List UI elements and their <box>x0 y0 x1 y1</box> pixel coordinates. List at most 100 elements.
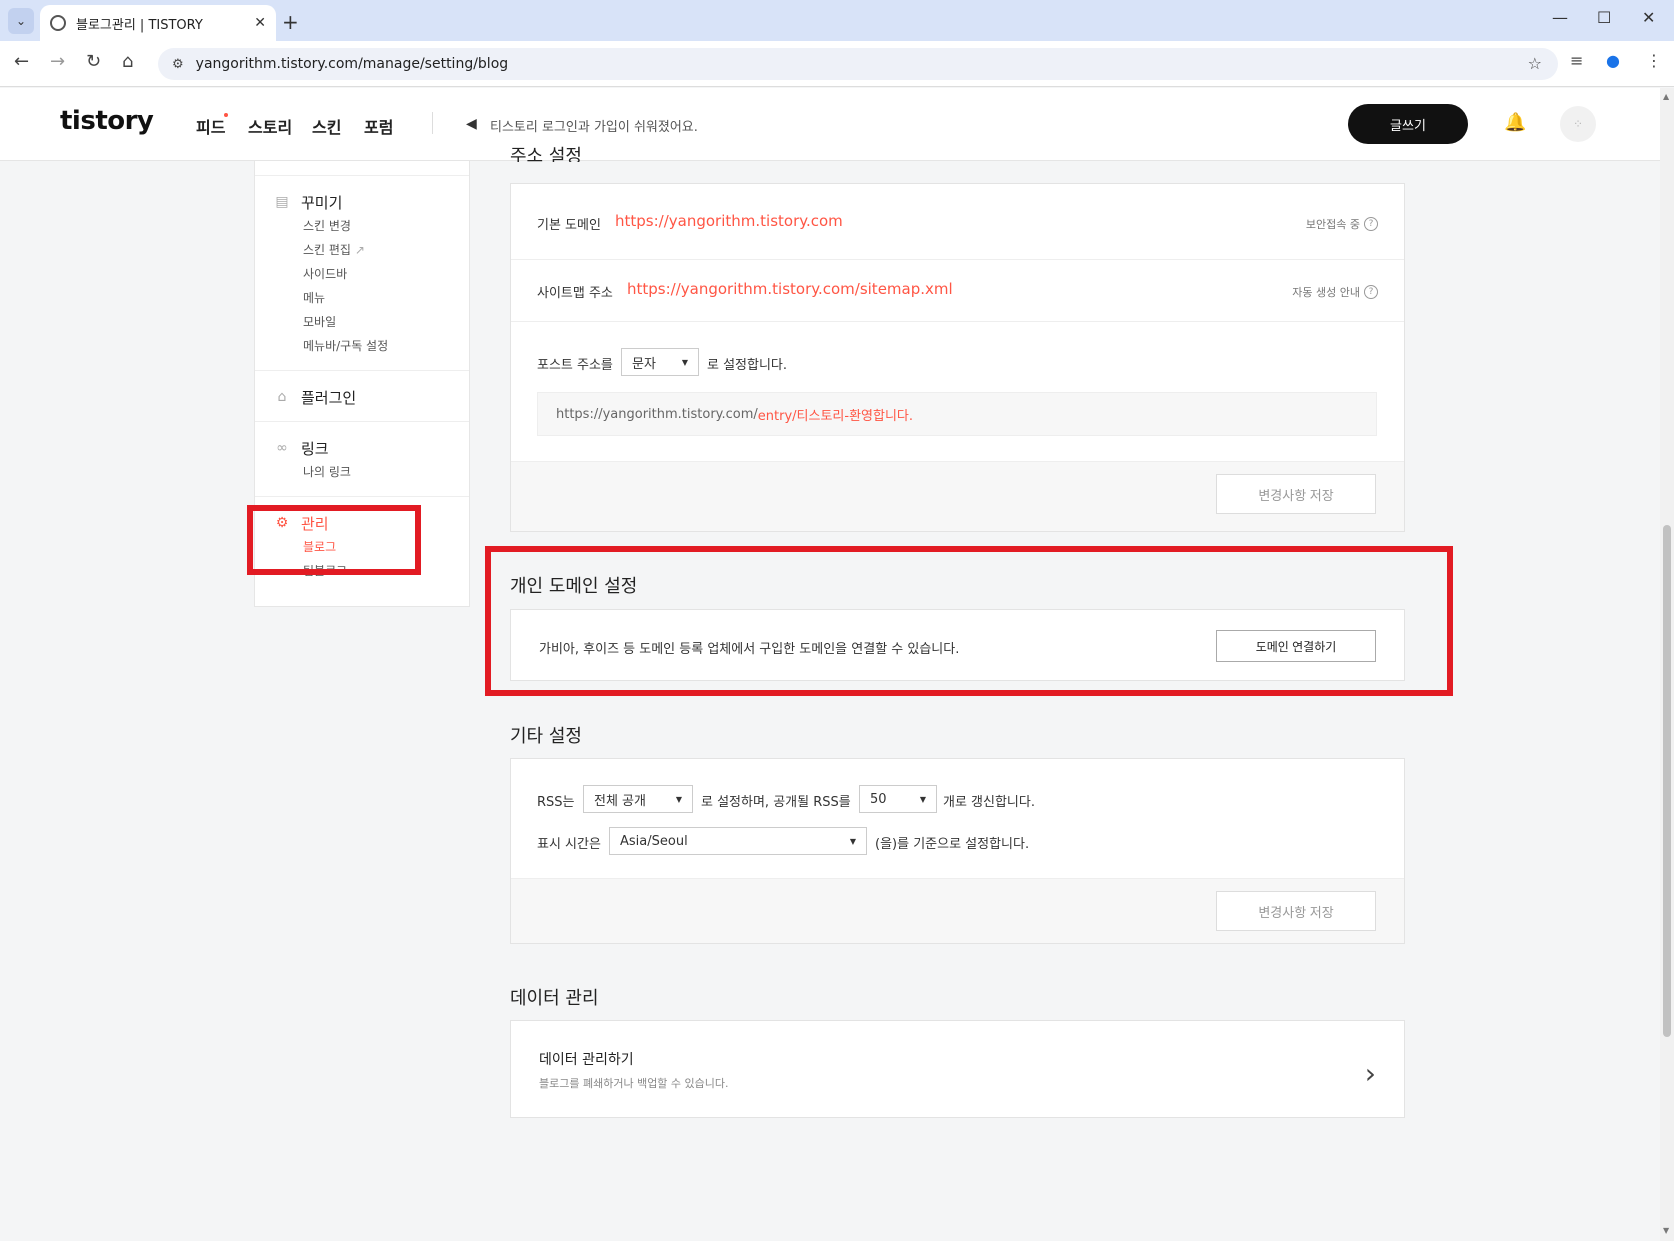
browser-toolbar: ← → ↻ ⌂ ⚙ yangorithm.tistory.com/manage/… <box>0 41 1674 87</box>
sidebar-group-link: ∞ 링크 나의 링크 <box>255 421 469 496</box>
sidebar-title-plugin[interactable]: 플러그인 <box>301 387 356 408</box>
section-title-etc: 기타 설정 <box>510 726 582 747</box>
close-tab-icon[interactable]: ✕ <box>254 15 266 31</box>
maximize-icon[interactable]: ☐ <box>1597 8 1611 27</box>
dropdown-caret-icon: ▼ <box>849 837 856 846</box>
forward-icon[interactable]: → <box>50 51 65 72</box>
rss-suffix: 개로 갱신합니다. <box>943 795 1035 810</box>
page: tistory 피드 스토리 스킨 포럼 ◀ 티스토리 로그인과 가입이 쉬워졌… <box>0 88 1660 1241</box>
nav-forum[interactable]: 포럼 <box>364 114 393 138</box>
tistory-logo[interactable]: tistory <box>60 106 154 136</box>
highlight-custom-domain <box>485 546 1453 696</box>
link-icon: ∞ <box>276 440 288 456</box>
scroll-up-icon[interactable]: ▲ <box>1663 92 1669 101</box>
sitemap-help[interactable]: 자동 생성 안내? <box>1292 284 1378 300</box>
bell-icon[interactable]: 🔔 <box>1504 112 1526 133</box>
data-management-desc: 블로그를 폐쇄하거나 백업할 수 있습니다. <box>539 1077 729 1090</box>
write-button[interactable]: 글쓰기 <box>1348 104 1468 144</box>
section-title-data: 데이터 관리 <box>510 988 599 1009</box>
browser-tab-bar: ⌄ 블로그관리 | TISTORY ✕ + — ☐ ✕ <box>0 0 1674 41</box>
save-etc-button[interactable]: 변경사항 저장 <box>1216 891 1376 931</box>
timezone-suffix: (을)를 기준으로 설정합니다. <box>875 837 1030 852</box>
minimize-icon[interactable]: — <box>1552 8 1568 27</box>
secure-connection-help[interactable]: 보안접속 중? <box>1306 216 1378 232</box>
help-icon: ? <box>1364 217 1378 231</box>
etc-settings-card: RSS는 전체 공개 ▼ 로 설정하며, 공개될 RSS를 50 ▼ 개로 갱신… <box>510 758 1405 944</box>
rss-visibility-select[interactable]: 전체 공개 ▼ <box>583 785 693 813</box>
site-settings-icon[interactable]: ⚙ <box>172 57 184 72</box>
notice-text[interactable]: 티스토리 로그인과 가입이 쉬워졌어요. <box>490 116 698 135</box>
data-management-link-title[interactable]: 데이터 관리하기 <box>539 1049 634 1069</box>
highlight-manage-blog <box>247 505 421 575</box>
rss-count-select[interactable]: 50 ▼ <box>859 785 937 813</box>
header-divider <box>432 112 433 134</box>
sidebar-title-link[interactable]: 링크 <box>301 438 329 459</box>
sidebar-item-sidebar[interactable]: 사이드바 <box>255 262 469 286</box>
sidebar-item-menu[interactable]: 메뉴 <box>255 286 469 310</box>
sidebar-item-skin-edit[interactable]: 스킨 편집 ↗ <box>255 238 469 262</box>
new-dot-icon <box>224 113 228 117</box>
reading-list-icon[interactable]: ≡ <box>1570 51 1583 70</box>
close-window-icon[interactable]: ✕ <box>1642 8 1655 27</box>
post-address-prefix: 포스트 주소를 <box>537 358 613 373</box>
rss-visibility-value: 전체 공개 <box>594 793 646 809</box>
data-management-card[interactable]: 데이터 관리하기 블로그를 폐쇄하거나 백업할 수 있습니다. › <box>510 1020 1405 1118</box>
scrollbar-thumb[interactable] <box>1663 525 1671 1037</box>
external-link-icon: ↗ <box>354 243 365 257</box>
section-title-address-text: 주소 설정 <box>510 146 582 162</box>
rss-count-value: 50 <box>870 791 887 807</box>
chevron-right-icon[interactable]: › <box>1365 1057 1376 1090</box>
address-settings-card: 기본 도메인 https://yangorithm.tistory.com 보안… <box>510 183 1405 532</box>
tab-list-icon[interactable]: ⌄ <box>8 8 34 34</box>
sidebar-item-menubar[interactable]: 메뉴바/구독 설정 <box>255 334 469 358</box>
sidebar-item-my-link[interactable]: 나의 링크 <box>255 460 469 484</box>
url-text: yangorithm.tistory.com/manage/setting/bl… <box>195 56 509 72</box>
timezone-prefix: 표시 시간은 <box>537 837 601 852</box>
sidebar-item-skin-edit-label: 스킨 편집 <box>303 243 351 257</box>
post-address-select-value: 문자 <box>632 356 656 372</box>
sidebar-title-design[interactable]: 꾸미기 <box>301 192 342 213</box>
dropdown-caret-icon: ▼ <box>675 795 682 804</box>
speaker-icon: ◀ <box>466 116 477 132</box>
sidebar-item-mobile[interactable]: 모바일 <box>255 310 469 334</box>
secure-label: 보안접속 중 <box>1305 218 1360 231</box>
home-icon[interactable]: ⌂ <box>122 51 133 72</box>
sidebar-item-skin-change[interactable]: 스킨 변경 <box>255 214 469 238</box>
post-address-select[interactable]: 문자 ▼ <box>621 348 699 376</box>
scroll-down-icon[interactable]: ▼ <box>1663 1226 1669 1235</box>
post-address-preview: https://yangorithm.tistory.com/entry/티스토… <box>537 392 1377 436</box>
page-scrollbar[interactable]: ▲ ▼ <box>1660 88 1674 1241</box>
timezone-select[interactable]: Asia/Seoul ▼ <box>609 827 867 855</box>
section-title-address: 주소 설정 <box>510 146 582 162</box>
rss-middle: 로 설정하며, 공개될 RSS를 <box>701 795 851 810</box>
layout-icon: ▤ <box>275 194 289 210</box>
preview-path: entry/티스토리-환영합니다. <box>757 408 914 424</box>
browser-tab[interactable]: 블로그관리 | TISTORY ✕ <box>40 5 276 41</box>
menu-kebab-icon[interactable]: ⋮ <box>1646 51 1662 70</box>
sitemap-help-label: 자동 생성 안내 <box>1292 286 1360 299</box>
profile-icon[interactable]: ● <box>1606 51 1620 70</box>
sitemap-label: 사이트맵 주소 <box>537 286 613 301</box>
preview-base: https://yangorithm.tistory.com/ <box>556 406 758 422</box>
bookmark-star-icon[interactable]: ☆ <box>1528 54 1542 73</box>
sitemap-link[interactable]: https://yangorithm.tistory.com/sitemap.x… <box>627 280 953 298</box>
back-icon[interactable]: ← <box>14 51 29 72</box>
reload-icon[interactable]: ↻ <box>86 51 101 72</box>
nav-skin[interactable]: 스킨 <box>312 114 341 138</box>
rss-prefix: RSS는 <box>537 795 575 810</box>
default-domain-link[interactable]: https://yangorithm.tistory.com <box>615 212 843 230</box>
plugin-icon: ⌂ <box>277 389 287 405</box>
timezone-value: Asia/Seoul <box>620 833 688 849</box>
site-header: tistory 피드 스토리 스킨 포럼 ◀ 티스토리 로그인과 가입이 쉬워졌… <box>0 88 1660 161</box>
avatar[interactable]: ⁘ <box>1560 106 1596 142</box>
help-icon: ? <box>1364 285 1378 299</box>
tab-title: 블로그관리 | TISTORY <box>76 17 203 33</box>
nav-feed[interactable]: 피드 <box>196 114 225 138</box>
save-address-button[interactable]: 변경사항 저장 <box>1216 474 1376 514</box>
nav-story[interactable]: 스토리 <box>248 114 292 138</box>
dropdown-caret-icon: ▼ <box>681 358 688 367</box>
post-address-suffix: 로 설정합니다. <box>707 358 788 373</box>
dropdown-caret-icon: ▼ <box>919 795 926 804</box>
new-tab-icon[interactable]: + <box>282 10 299 34</box>
address-bar[interactable]: ⚙ yangorithm.tistory.com/manage/setting/… <box>158 48 1558 80</box>
